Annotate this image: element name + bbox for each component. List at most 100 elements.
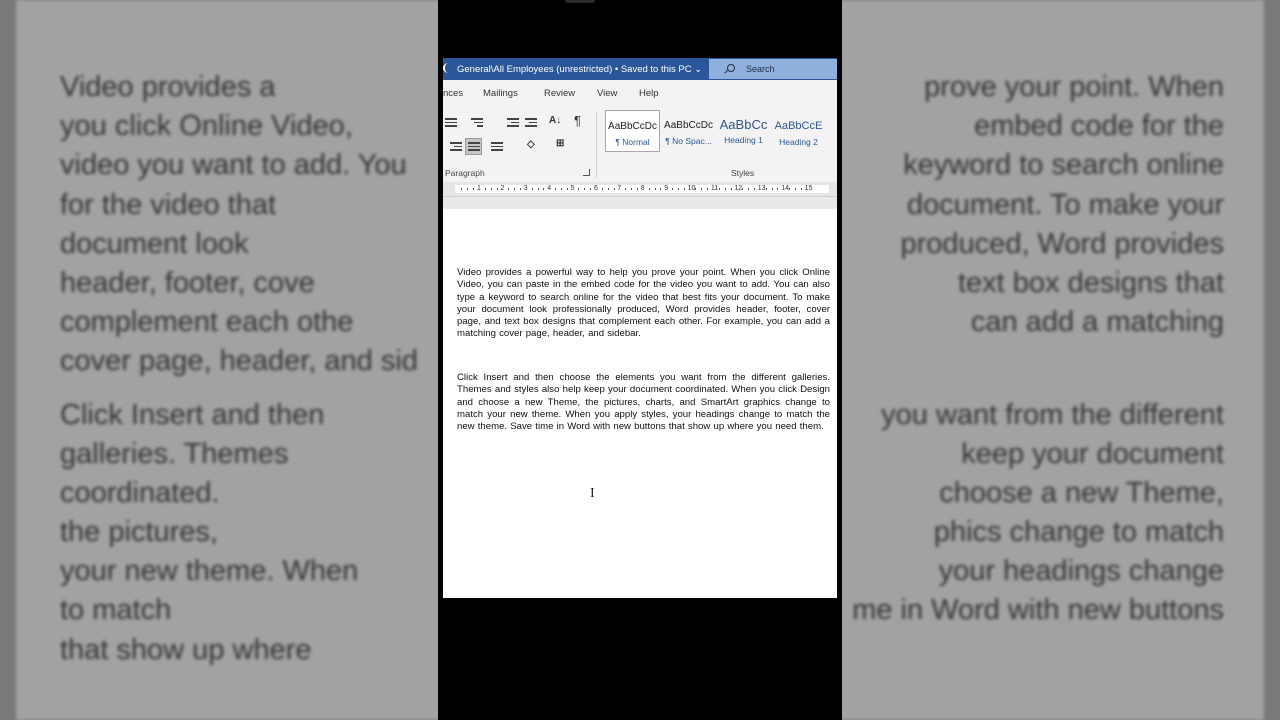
decrease-indent-icon[interactable] bbox=[507, 118, 519, 128]
line-spacing-icon[interactable] bbox=[491, 142, 503, 152]
align-right-icon[interactable] bbox=[450, 142, 462, 152]
word-window: General\All Employees (unrestricted) • S… bbox=[443, 58, 837, 598]
ruler-tick bbox=[590, 188, 592, 190]
ruler-tick bbox=[672, 188, 674, 190]
ruler-number: 4 bbox=[547, 185, 552, 192]
ruler-tick bbox=[648, 188, 650, 190]
ruler-number: 10 bbox=[687, 185, 696, 192]
search-box[interactable]: Search bbox=[709, 59, 837, 79]
style-heading-2[interactable]: AaBbCcE Heading 2 bbox=[771, 110, 826, 152]
ruler-number: 15 bbox=[804, 185, 813, 192]
ruler-number: 5 bbox=[570, 185, 575, 192]
ruler-tick bbox=[742, 188, 744, 190]
paragraph-dialog-launcher-icon[interactable] bbox=[583, 169, 590, 176]
style-sample: AaBbCcE bbox=[774, 120, 823, 132]
ruler-number: 14 bbox=[781, 185, 789, 192]
background-left-panel: Video provides a you click Online Video,… bbox=[0, 0, 438, 720]
ruler-tick bbox=[707, 188, 709, 190]
document-paragraph[interactable]: Video provides a powerful way to help yo… bbox=[457, 267, 830, 341]
ruler-tick bbox=[789, 188, 791, 190]
ruler-tick bbox=[601, 188, 603, 190]
document-page[interactable]: Video provides a powerful way to help yo… bbox=[443, 209, 837, 598]
ruler-tick bbox=[701, 188, 703, 190]
ruler-tick bbox=[543, 188, 545, 190]
ruler-tick bbox=[584, 188, 586, 190]
background-right-blur: prove your point. When embed code for th… bbox=[842, 0, 1264, 720]
ruler-tick bbox=[613, 188, 615, 190]
ruler-tick bbox=[496, 188, 498, 190]
borders-icon[interactable]: ⊞ bbox=[556, 138, 564, 149]
ruler-tick bbox=[508, 188, 510, 190]
sort-icon[interactable]: A↓ bbox=[549, 115, 561, 126]
ruler-tick bbox=[467, 188, 469, 190]
ruler-tick bbox=[490, 188, 492, 190]
search-icon bbox=[727, 64, 735, 72]
ruler-number: 12 bbox=[734, 185, 743, 192]
styles-group-label: Styles bbox=[731, 168, 755, 178]
tab-mailings[interactable]: Mailings bbox=[483, 88, 518, 99]
camera-notch bbox=[565, 0, 595, 3]
tab-view[interactable]: View bbox=[597, 88, 617, 99]
title-bar: General\All Employees (unrestricted) • S… bbox=[443, 58, 837, 80]
style-heading-1[interactable]: AaBbCc Heading 1 bbox=[716, 110, 771, 152]
ribbon-tabs: nces Mailings Review View Help bbox=[443, 80, 837, 108]
ruler-tick bbox=[718, 188, 720, 190]
style-name: Heading 1 bbox=[724, 135, 763, 145]
multilevel-list-icon[interactable] bbox=[471, 118, 483, 128]
ruler-tick bbox=[724, 188, 726, 190]
bullets-icon[interactable] bbox=[445, 118, 457, 128]
ruler-tick bbox=[794, 188, 796, 190]
style-normal[interactable]: AaBbCcDc ¶ Normal bbox=[605, 110, 660, 152]
ruler-number: 13 bbox=[757, 185, 766, 192]
document-title-text: General\All Employees (unrestricted) • S… bbox=[457, 64, 703, 75]
ruler-tick bbox=[695, 188, 697, 190]
document-paragraph[interactable]: Click Insert and then choose the element… bbox=[457, 372, 830, 433]
style-no-spacing[interactable]: AaBbCcDc ¶ No Spac... bbox=[661, 110, 716, 152]
horizontal-ruler[interactable]: 1 2 3 4 5 6 7 8 9 10 11 12 13 14 15 bbox=[443, 182, 837, 197]
ruler-tick bbox=[683, 188, 685, 190]
ruler-tick bbox=[654, 188, 656, 190]
style-sample: AaBbCc bbox=[719, 117, 768, 132]
tab-references[interactable]: nces bbox=[443, 88, 463, 99]
ruler-tick bbox=[555, 188, 557, 190]
background-left-blur: Video provides a you click Online Video,… bbox=[16, 0, 438, 720]
ruler-tick bbox=[631, 188, 633, 190]
shading-icon[interactable]: ◇ bbox=[527, 139, 535, 150]
background-shade bbox=[16, 0, 438, 720]
ruler-tick bbox=[461, 188, 463, 190]
style-name: ¶ Normal bbox=[615, 137, 650, 147]
document-title[interactable]: General\All Employees (unrestricted) • S… bbox=[443, 63, 702, 75]
sensitivity-icon bbox=[443, 63, 451, 73]
show-formatting-icon[interactable]: ¶ bbox=[574, 113, 581, 128]
ruler-tick bbox=[636, 188, 638, 190]
tab-review[interactable]: Review bbox=[544, 88, 575, 99]
style-name: Heading 2 bbox=[779, 137, 818, 147]
group-divider bbox=[596, 112, 597, 178]
ruler-tick bbox=[777, 188, 779, 190]
ruler-number: 2 bbox=[500, 185, 505, 192]
style-name: ¶ No Spac... bbox=[665, 136, 712, 146]
search-label: Search bbox=[746, 64, 775, 74]
justify-icon bbox=[468, 142, 480, 152]
ruler-number: 1 bbox=[477, 185, 481, 192]
increase-indent-icon[interactable] bbox=[525, 118, 537, 128]
ruler-tick bbox=[531, 188, 533, 190]
style-sample: AaBbCcDc bbox=[608, 121, 657, 132]
background-shade bbox=[842, 0, 1264, 720]
text-cursor-icon: I bbox=[590, 486, 595, 501]
ribbon: A↓ ¶ ◇ ⊞ Paragraph AaBbCcDc ¶ Normal AaB… bbox=[443, 108, 837, 183]
background-right-panel: prove your point. When embed code for th… bbox=[842, 0, 1280, 720]
ruler-tick bbox=[560, 188, 562, 190]
ruler-tick bbox=[519, 188, 521, 190]
ruler-number: 7 bbox=[617, 185, 622, 192]
ruler-tick bbox=[625, 188, 627, 190]
ruler-tick bbox=[730, 188, 732, 190]
ruler-tick bbox=[566, 188, 568, 190]
ruler-tick bbox=[578, 188, 580, 190]
page-top-margin bbox=[443, 197, 837, 209]
ruler-tick bbox=[484, 188, 486, 190]
tab-help[interactable]: Help bbox=[639, 88, 659, 99]
ruler-tick bbox=[765, 188, 767, 190]
ruler-number: 11 bbox=[711, 185, 719, 192]
ruler-tick bbox=[753, 188, 755, 190]
